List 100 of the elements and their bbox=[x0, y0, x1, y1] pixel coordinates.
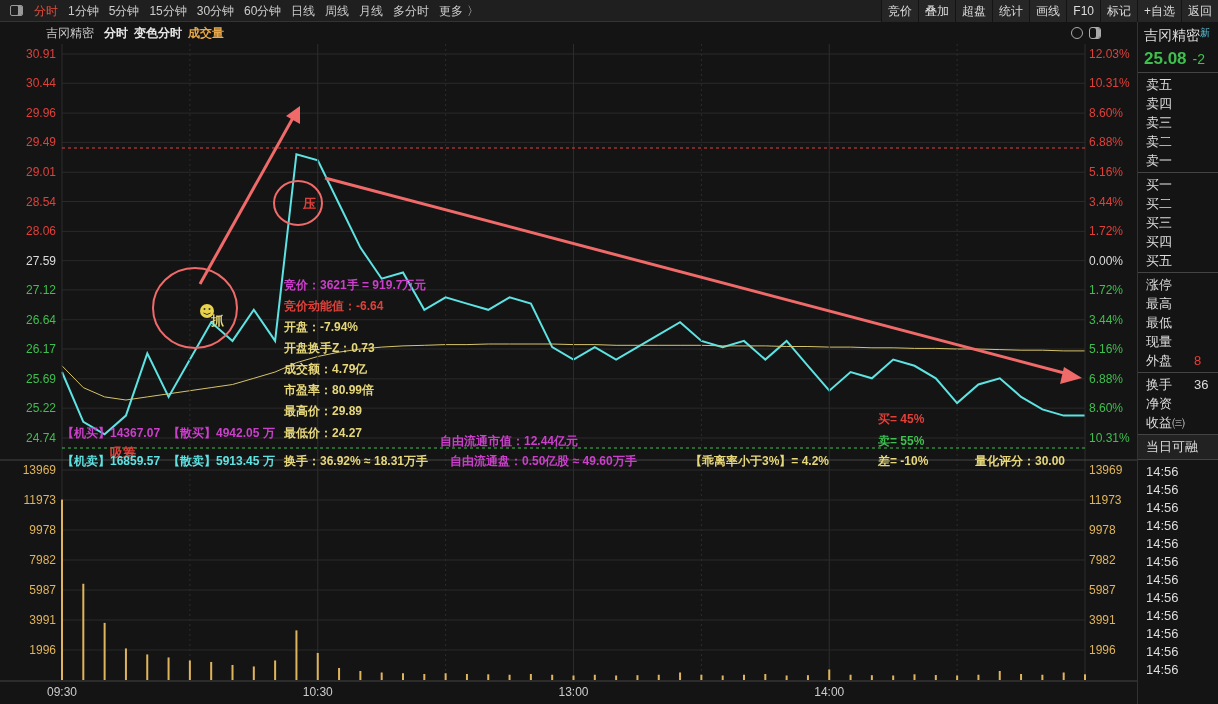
trade-time: 14:56 bbox=[1146, 534, 1180, 552]
time-label: 10:30 bbox=[302, 685, 333, 699]
indicator-text: 自由流通盘：0.50亿股 ≈ 49.60万手 bbox=[450, 454, 637, 468]
volume-bar bbox=[785, 675, 788, 680]
axis-label: 5.16% bbox=[1089, 165, 1124, 180]
axis-label: 25.69 bbox=[25, 371, 56, 386]
axis-label: 8.60% bbox=[1089, 106, 1124, 121]
indicator-text: 【散卖】5913.45 万 bbox=[168, 454, 275, 468]
toolbar-button[interactable]: 叠加 bbox=[918, 0, 956, 22]
period-tab[interactable]: 分时 bbox=[29, 0, 63, 22]
margin-title: 当日可融 bbox=[1146, 439, 1198, 454]
indicator-text: 市盈率：80.99倍 bbox=[284, 383, 375, 397]
period-tab[interactable]: 1分钟 bbox=[63, 0, 104, 22]
axis-label: 1996 bbox=[29, 643, 56, 657]
quote-label: 买四 bbox=[1146, 233, 1172, 251]
period-tab[interactable]: 多分时 bbox=[388, 0, 435, 22]
axis-label: 9978 bbox=[29, 523, 56, 537]
axis-label: 10.31% bbox=[1089, 431, 1130, 445]
axis-label: 27.12 bbox=[25, 282, 56, 297]
toolbar-button[interactable]: F10 bbox=[1066, 0, 1100, 22]
indicator-text: 竞价动能值：-6.64 bbox=[284, 299, 384, 313]
annotation-circle bbox=[273, 180, 323, 226]
quote-label: 买五 bbox=[1146, 252, 1172, 270]
quote-label: 卖三 bbox=[1146, 114, 1172, 132]
time-label: 13:00 bbox=[558, 685, 589, 699]
panel-icon[interactable] bbox=[1089, 27, 1101, 39]
period-tab[interactable]: 更多 〉 bbox=[434, 0, 484, 22]
volume-bar bbox=[167, 657, 170, 680]
indicator-text: 换手：36.92% ≈ 18.31万手 bbox=[284, 454, 428, 468]
period-tab[interactable]: 60分钟 bbox=[239, 0, 287, 22]
panel-icon[interactable] bbox=[10, 5, 23, 16]
volume-bar bbox=[657, 674, 660, 680]
period-tab[interactable]: 月线 bbox=[354, 0, 389, 22]
trade-time: 14:56 bbox=[1146, 462, 1180, 480]
toolbar-button[interactable]: 标记 bbox=[1100, 0, 1137, 22]
volume-bar bbox=[423, 674, 426, 680]
axis-label: 5987 bbox=[1089, 583, 1116, 597]
toolbar-button[interactable]: 返回 bbox=[1181, 0, 1218, 22]
time-label: 09:30 bbox=[47, 685, 77, 699]
quote-label: 买三 bbox=[1146, 214, 1172, 232]
volume-bar bbox=[188, 660, 191, 680]
toolbar-button[interactable]: 画线 bbox=[1029, 0, 1067, 22]
indicator-text: 自由流通市值：12.44亿元 bbox=[440, 434, 579, 448]
volume-bar bbox=[316, 652, 319, 680]
volume-bar bbox=[124, 648, 127, 680]
axis-label: 28.54 bbox=[25, 194, 56, 209]
indicator-label[interactable]: 分时 bbox=[104, 24, 128, 42]
period-tab[interactable]: 5分钟 bbox=[103, 0, 145, 22]
trade-time: 14:56 bbox=[1146, 606, 1180, 624]
axis-label: 6.88% bbox=[1089, 135, 1124, 150]
period-tab[interactable]: 日线 bbox=[286, 0, 321, 22]
trade-time: 14:56 bbox=[1146, 570, 1180, 588]
axis-label: 12.03% bbox=[1089, 47, 1130, 61]
volume-bar bbox=[679, 672, 682, 680]
volume-bar bbox=[338, 667, 341, 680]
volume-bar bbox=[956, 675, 959, 680]
current-price: 25.08 bbox=[1144, 48, 1187, 70]
stock-name: 吉冈精密 bbox=[1144, 26, 1200, 45]
indicator-text: 【机买】14367.07 bbox=[62, 426, 161, 440]
quote-label: 卖一 bbox=[1146, 152, 1172, 170]
toolbar-button[interactable]: +自选 bbox=[1137, 0, 1181, 22]
quote-label: 最高 bbox=[1146, 295, 1172, 313]
volume-bar bbox=[295, 630, 298, 680]
indicator-label[interactable]: 成交量 bbox=[188, 24, 224, 42]
quote-label: 卖五 bbox=[1146, 76, 1172, 94]
time-label: 14:00 bbox=[814, 685, 845, 699]
indicator-label[interactable]: 变色分时 bbox=[134, 24, 182, 42]
volume-bar bbox=[977, 674, 980, 680]
trade-time: 14:56 bbox=[1146, 642, 1180, 660]
period-tab[interactable]: 30分钟 bbox=[191, 0, 240, 22]
volume-bar bbox=[721, 675, 724, 680]
indicator-text: 成交额：4.79亿 bbox=[284, 362, 368, 376]
indicator-text: 最低价：24.27 bbox=[284, 426, 363, 440]
volume-bar bbox=[103, 622, 106, 680]
trade-time: 14:56 bbox=[1146, 660, 1180, 678]
axis-label: 11973 bbox=[23, 493, 56, 507]
volume-bar bbox=[1062, 672, 1065, 680]
volume-bar bbox=[593, 674, 596, 680]
axis-label: 7982 bbox=[29, 553, 56, 567]
volume-bar bbox=[764, 674, 767, 680]
axis-label: 10.31% bbox=[1089, 76, 1130, 91]
period-tab[interactable]: 周线 bbox=[320, 0, 355, 22]
toolbar-button[interactable]: 统计 bbox=[992, 0, 1030, 22]
volume-bar bbox=[551, 674, 554, 680]
volume-bar bbox=[934, 675, 937, 680]
axis-label: 24.74 bbox=[25, 431, 56, 445]
trade-time: 14:56 bbox=[1146, 498, 1180, 516]
indicator-text: 【散买】4942.05 万 bbox=[168, 426, 275, 440]
indicator-text: 压 bbox=[303, 196, 316, 211]
axis-label: 26.64 bbox=[25, 312, 56, 327]
quote-label: 买二 bbox=[1146, 195, 1172, 213]
period-tab[interactable]: 15分钟 bbox=[144, 0, 192, 22]
axis-label: 29.49 bbox=[25, 135, 56, 150]
toolbar-button[interactable]: 竞价 bbox=[881, 0, 919, 22]
volume-bar bbox=[359, 671, 362, 680]
indicator-text: 最高价：29.89 bbox=[284, 404, 363, 418]
volume-bar bbox=[636, 675, 639, 680]
axis-label: 1.72% bbox=[1089, 224, 1124, 239]
axis-label: 30.91 bbox=[25, 47, 56, 61]
toolbar-button[interactable]: 超盘 bbox=[955, 0, 993, 22]
